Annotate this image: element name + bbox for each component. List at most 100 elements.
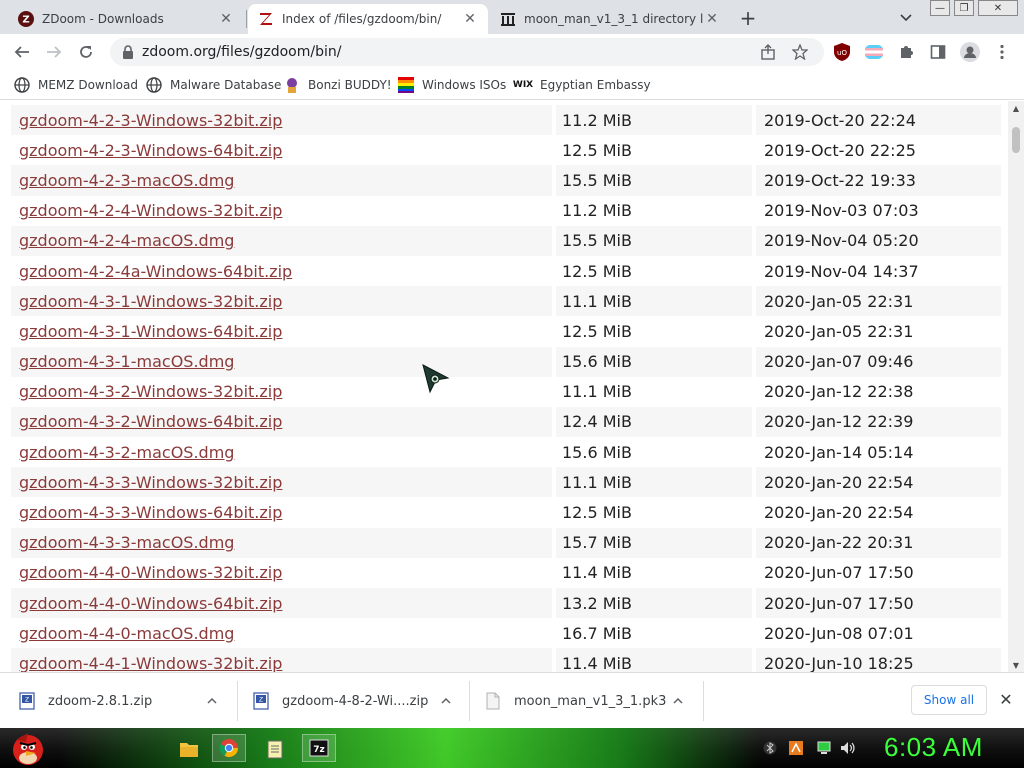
download-filename: gzdoom-4-8-2-Wi....zip <box>282 693 429 709</box>
table-row: gzdoom-4-4-1-Windows-32bit.zip 11.4 MiB 20… <box>11 648 1001 672</box>
ublock-origin-icon[interactable]: uO <box>830 40 854 64</box>
more-menu-icon[interactable] <box>990 40 1014 64</box>
file-date-cell: 2019-Oct-20 22:25 <box>764 140 916 160</box>
share-icon[interactable] <box>756 40 780 64</box>
trans-flag-extension-icon[interactable] <box>862 40 886 64</box>
file-link[interactable]: gzdoom-4-3-2-Windows-32bit.zip <box>19 382 282 401</box>
notepad-icon[interactable] <box>262 736 288 762</box>
download-item[interactable]: moon_man_v1_3_1.pk3 <box>484 681 702 721</box>
tab-moon-man-directory[interactable]: moon_man_v1_3_1 directory listi ✕ <box>490 4 730 34</box>
chevron-up-icon[interactable] <box>670 693 686 709</box>
bookmark-windows-isos[interactable]: Windows ISOs <box>398 76 506 94</box>
file-link[interactable]: gzdoom-4-3-3-Windows-32bit.zip <box>19 473 282 492</box>
file-name-cell: gzdoom-4-3-2-macOS.dmg <box>11 437 552 467</box>
minimize-button[interactable]: — <box>930 0 950 16</box>
close-icon[interactable]: ✕ <box>218 11 234 27</box>
file-date-cell: 2020-Jun-08 07:01 <box>764 623 914 643</box>
file-size-cell: 13.2 MiB <box>556 588 752 619</box>
tray-network-icon[interactable] <box>816 740 832 756</box>
start-button-angry-bird-icon[interactable] <box>6 728 48 768</box>
close-icon[interactable]: ✕ <box>704 11 720 27</box>
file-link[interactable]: gzdoom-4-4-0-Windows-32bit.zip <box>19 563 282 582</box>
maximize-button[interactable]: ❐ <box>954 0 974 16</box>
scroll-up-arrow-icon[interactable]: ▲ <box>1008 101 1024 115</box>
chevron-up-icon[interactable] <box>438 693 454 709</box>
file-link[interactable]: gzdoom-4-3-3-Windows-64bit.zip <box>19 503 282 522</box>
download-item[interactable]: Z gzdoom-4-8-2-Wi....zip <box>252 681 468 721</box>
file-explorer-icon[interactable] <box>176 736 202 762</box>
close-icon[interactable]: ✕ <box>996 689 1016 709</box>
file-link[interactable]: gzdoom-4-3-2-Windows-64bit.zip <box>19 412 282 431</box>
tab-title: ZDoom - Downloads <box>42 12 164 26</box>
tray-volume-icon[interactable] <box>840 740 856 756</box>
download-item[interactable]: Z zdoom-2.8.1.zip <box>18 681 236 721</box>
scroll-down-arrow-icon[interactable]: ▼ <box>1008 658 1024 672</box>
file-size-cell: 11.2 MiB <box>556 105 752 136</box>
file-name-cell: gzdoom-4-2-3-Windows-32bit.zip <box>11 105 552 136</box>
file-link[interactable]: gzdoom-4-4-0-Windows-64bit.zip <box>19 594 282 613</box>
file-link[interactable]: gzdoom-4-2-4-Windows-32bit.zip <box>19 201 282 220</box>
table-row: gzdoom-4-3-2-macOS.dmg 15.6 MiB 2020-Jan-1… <box>11 437 1001 468</box>
table-row: gzdoom-4-2-4-Windows-32bit.zip 11.2 MiB 20… <box>11 195 1001 226</box>
tab-strip: Z ZDoom - Downloads ✕ Index of /files/gz… <box>0 0 1024 34</box>
bookmark-malware-database[interactable]: Malware Database <box>146 76 281 94</box>
bookmark-bonzi-buddy[interactable]: Bonzi BUDDY! <box>284 76 392 94</box>
scrollbar-thumb[interactable] <box>1012 127 1020 153</box>
file-link[interactable]: gzdoom-4-4-1-Windows-32bit.zip <box>19 654 282 672</box>
table-row: gzdoom-4-2-3-Windows-64bit.zip 12.5 MiB 20… <box>11 135 1001 166</box>
back-arrow-icon[interactable] <box>10 40 34 64</box>
side-panel-icon[interactable] <box>926 40 950 64</box>
file-link[interactable]: gzdoom-4-2-3-Windows-64bit.zip <box>19 141 282 160</box>
profile-avatar-icon[interactable] <box>958 40 982 64</box>
svg-text:7z: 7z <box>313 745 325 755</box>
file-link[interactable]: gzdoom-4-4-0-macOS.dmg <box>19 624 234 643</box>
file-name-cell: gzdoom-4-3-2-Windows-32bit.zip <box>11 377 552 407</box>
tab-search-chevron-icon[interactable] <box>896 8 916 28</box>
bookmark-star-icon[interactable] <box>788 40 812 64</box>
file-link[interactable]: gzdoom-4-3-1-Windows-32bit.zip <box>19 292 282 311</box>
file-size-cell: 15.6 MiB <box>556 346 752 377</box>
7zip-icon[interactable]: 7z <box>302 734 336 762</box>
vertical-scrollbar[interactable]: ▲ ▼ <box>1008 101 1024 672</box>
show-all-button[interactable]: Show all <box>911 685 987 715</box>
file-link[interactable]: gzdoom-4-3-3-macOS.dmg <box>19 533 234 552</box>
zip-file-icon: Z <box>252 692 270 710</box>
svg-text:Z: Z <box>259 697 263 704</box>
extensions-puzzle-icon[interactable] <box>894 40 918 64</box>
tab-index-of-gzdoom-bin[interactable]: Index of /files/gzdoom/bin/ ✕ <box>248 4 488 34</box>
taskbar-clock[interactable]: 6:03 AM <box>884 732 983 763</box>
file-link[interactable]: gzdoom-4-2-3-Windows-32bit.zip <box>19 111 282 130</box>
reload-icon[interactable] <box>74 40 98 64</box>
bookmark-memz-download[interactable]: MEMZ Download <box>14 76 138 94</box>
file-link[interactable]: gzdoom-4-3-1-Windows-64bit.zip <box>19 322 282 341</box>
close-window-button[interactable]: ✕ <box>978 0 1018 16</box>
file-name-cell: gzdoom-4-2-4-Windows-32bit.zip <box>11 196 552 226</box>
file-size-cell: 12.4 MiB <box>556 406 752 438</box>
close-icon[interactable]: ✕ <box>462 11 478 27</box>
file-date-cell: 2020-Jan-12 22:39 <box>756 406 1001 438</box>
table-row: gzdoom-4-3-2-Windows-64bit.zip 12.4 MiB 20… <box>11 406 1001 438</box>
tab-zdoom-downloads[interactable]: Z ZDoom - Downloads ✕ <box>8 4 244 34</box>
tray-bluetooth-icon[interactable] <box>762 740 778 756</box>
download-bar: Z zdoom-2.8.1.zip Z gzdoom-4-8-2-Wi....z… <box>0 672 1024 728</box>
chrome-taskbar-icon[interactable] <box>212 734 246 762</box>
file-link[interactable]: gzdoom-4-3-1-macOS.dmg <box>19 352 234 371</box>
file-name-cell: gzdoom-4-4-0-macOS.dmg <box>11 618 552 648</box>
mouse-cursor-icon <box>422 364 450 394</box>
table-row: gzdoom-4-3-1-Windows-64bit.zip 12.5 MiB 20… <box>11 316 1001 347</box>
file-link[interactable]: gzdoom-4-3-2-macOS.dmg <box>19 443 234 462</box>
file-link[interactable]: gzdoom-4-2-4a-Windows-64bit.zip <box>19 262 292 281</box>
file-link[interactable]: gzdoom-4-2-4-macOS.dmg <box>19 231 234 250</box>
new-tab-button[interactable]: + <box>736 6 760 30</box>
chevron-up-icon[interactable] <box>204 693 220 709</box>
bookmark-egyptian-embassy[interactable]: WIX Egyptian Embassy <box>513 76 651 94</box>
globe-icon <box>146 77 162 93</box>
windows-icon <box>398 77 414 93</box>
file-link[interactable]: gzdoom-4-2-3-macOS.dmg <box>19 171 234 190</box>
address-bar[interactable]: zdoom.org/files/gzdoom/bin/ <box>110 38 824 66</box>
lock-icon[interactable] <box>114 45 142 59</box>
file-date-cell: 2020-Jan-07 09:46 <box>756 346 1001 377</box>
table-row: gzdoom-4-3-3-Windows-32bit.zip 11.1 MiB 20… <box>11 467 1001 498</box>
tray-app-icon[interactable] <box>788 740 804 756</box>
forward-arrow-icon[interactable] <box>42 40 66 64</box>
